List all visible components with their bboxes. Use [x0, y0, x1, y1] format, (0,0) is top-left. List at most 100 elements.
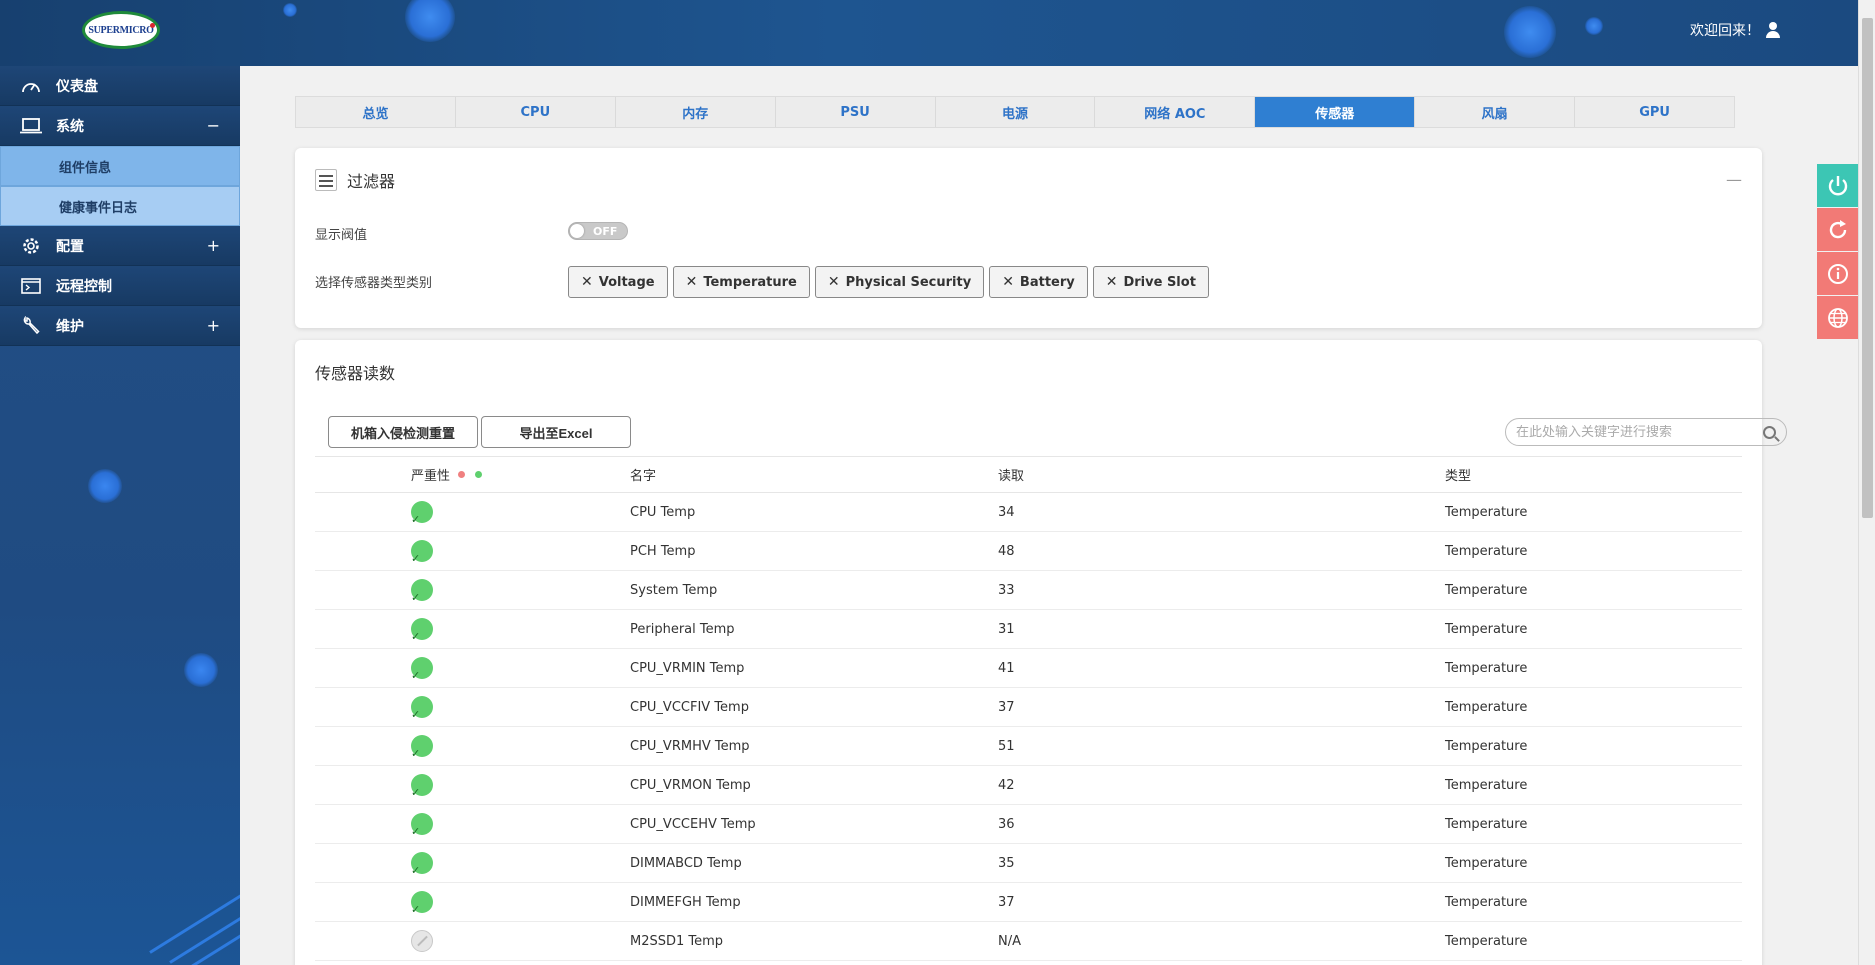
table-row[interactable]: CPU_VRMHV Temp 51 Temperature	[315, 727, 1742, 766]
search-icon[interactable]	[1763, 425, 1776, 439]
severity-cell	[315, 891, 630, 916]
info-button[interactable]	[1817, 252, 1858, 295]
tab-gpu[interactable]: GPU	[1575, 97, 1735, 127]
sensor-type: Temperature	[1445, 660, 1528, 676]
filter-title-text: 过滤器	[347, 172, 396, 191]
sidebar-item-remote-control[interactable]: 远程控制	[0, 266, 240, 306]
table-header: 严重性 名字 读取 类型	[315, 456, 1742, 493]
status-ok-icon	[411, 891, 433, 916]
remove-icon[interactable]: ✕	[1106, 274, 1118, 290]
chip-physical-security[interactable]: ✕ Physical Security	[814, 266, 985, 298]
supermicro-logo[interactable]: SUPERMICRO	[82, 11, 160, 49]
tab-sensors[interactable]: 传感器	[1255, 97, 1416, 127]
table-row[interactable]: M2SSD1 Temp N/A Temperature	[315, 922, 1742, 961]
expand-icon[interactable]: +	[207, 236, 220, 255]
table-row[interactable]: CPU_VCCEHV Temp 36 Temperature	[315, 805, 1742, 844]
chip-label: Physical Security	[845, 274, 972, 290]
search-input[interactable]	[1516, 424, 1763, 440]
power-button[interactable]	[1817, 164, 1858, 207]
logo-text: SUPERMICRO	[88, 24, 154, 36]
main-content: 总览 CPU 内存 PSU 电源 网络 AOC 传感器 风扇 GPU 过滤器 —…	[240, 66, 1858, 965]
gauge-icon	[20, 76, 42, 96]
sensor-type: Temperature	[1445, 933, 1528, 949]
column-label: 严重性	[411, 469, 451, 484]
tab-network-aoc[interactable]: 网络 AOC	[1095, 97, 1256, 127]
remove-icon[interactable]: ✕	[828, 274, 840, 290]
wrench-icon	[20, 315, 42, 336]
remove-icon[interactable]: ✕	[581, 274, 593, 290]
globe-icon	[1827, 307, 1848, 328]
decor-bubble	[1585, 17, 1603, 35]
sensor-reading: 51	[998, 738, 1015, 754]
readings-title: 传感器读数	[315, 364, 396, 383]
chip-drive-slot[interactable]: ✕ Drive Slot	[1092, 266, 1209, 298]
tab-cpu[interactable]: CPU	[455, 97, 616, 127]
gear-icon	[20, 236, 42, 256]
export-excel-button[interactable]: 导出至Excel	[481, 416, 631, 448]
chip-label: Temperature	[703, 274, 797, 290]
tab-psu[interactable]: PSU	[775, 97, 936, 127]
sidebar-item-configuration[interactable]: 配置 +	[0, 226, 240, 266]
severity-cell	[315, 930, 630, 952]
sensor-name: DIMMEFGH Temp	[630, 894, 741, 910]
table-row[interactable]: PCH Temp 48 Temperature	[315, 532, 1742, 571]
table-row[interactable]: DIMMABCD Temp 35 Temperature	[315, 844, 1742, 883]
filter-panel: 过滤器 — 显示阀值 OFF 选择传感器类型类别 ✕ Voltage ✕ Tempe…	[295, 148, 1762, 328]
remove-icon[interactable]: ✕	[686, 274, 698, 290]
expand-icon[interactable]: +	[207, 316, 220, 335]
sidebar-subitem-component-info[interactable]: 组件信息	[0, 146, 240, 186]
status-unavailable-icon	[411, 930, 433, 952]
sensor-name: CPU_VRMON Temp	[630, 777, 751, 793]
type-header[interactable]: 类型	[1445, 465, 1742, 484]
sidebar-item-label: 远程控制	[56, 278, 112, 295]
chip-voltage[interactable]: ✕ Voltage	[568, 266, 668, 298]
table-row[interactable]: CPU_VRMON Temp 42 Temperature	[315, 766, 1742, 805]
sidebar-item-maintenance[interactable]: 维护 +	[0, 306, 240, 346]
sensor-reading: 35	[998, 855, 1015, 871]
severity-cell	[315, 579, 630, 604]
search-box[interactable]	[1505, 418, 1787, 446]
table-row[interactable]: CPU Temp 34 Temperature	[315, 493, 1742, 532]
collapse-icon[interactable]: −	[207, 116, 220, 135]
sensor-reading: 37	[998, 699, 1015, 715]
reading-header[interactable]: 读取	[998, 465, 1445, 484]
table-row[interactable]: Peripheral Temp 31 Temperature	[315, 610, 1742, 649]
welcome-user[interactable]: 欢迎回来！	[1690, 20, 1780, 40]
tab-power[interactable]: 电源	[935, 97, 1096, 127]
chip-temperature[interactable]: ✕ Temperature	[672, 266, 810, 298]
sensor-type: Temperature	[1445, 582, 1528, 598]
severity-cell	[315, 813, 630, 838]
sensor-name: CPU_VCCEHV Temp	[630, 816, 756, 832]
table-row[interactable]: CPU_VCCFIV Temp 37 Temperature	[315, 688, 1742, 727]
refresh-button[interactable]	[1817, 208, 1858, 251]
tab-overview[interactable]: 总览	[296, 97, 456, 127]
category-label: 选择传感器类型类别	[315, 276, 433, 291]
page-scrollbar[interactable]	[1858, 0, 1875, 965]
remove-icon[interactable]: ✕	[1002, 274, 1014, 290]
tab-fans[interactable]: 风扇	[1415, 97, 1576, 127]
tab-memory[interactable]: 内存	[615, 97, 776, 127]
status-ok-icon	[411, 813, 433, 838]
sensor-reading: N/A	[998, 933, 1021, 949]
chip-battery[interactable]: ✕ Battery	[989, 266, 1088, 298]
table-row[interactable]: System Temp 33 Temperature	[315, 571, 1742, 610]
chip-label: Voltage	[598, 274, 655, 290]
collapse-panel-icon[interactable]: —	[1726, 170, 1742, 189]
scrollbar-thumb[interactable]	[1862, 18, 1873, 518]
threshold-toggle[interactable]: OFF	[568, 222, 628, 240]
sidebar-item-dashboard[interactable]: 仪表盘	[0, 66, 240, 106]
component-tabs: 总览 CPU 内存 PSU 电源 网络 AOC 传感器 风扇 GPU	[295, 96, 1735, 128]
language-button[interactable]	[1817, 296, 1858, 339]
sidebar-subitem-health-event-log[interactable]: 健康事件日志	[0, 186, 240, 226]
chassis-intrusion-reset-button[interactable]: 机箱入侵检测重置	[328, 416, 478, 448]
decor-bubble	[1504, 6, 1556, 58]
chip-label: Battery	[1019, 274, 1075, 290]
sensor-type: Temperature	[1445, 855, 1528, 871]
table-row[interactable]: DIMMEFGH Temp 37 Temperature	[315, 883, 1742, 922]
status-ok-icon	[411, 774, 433, 799]
sidebar-item-system[interactable]: 系统 −	[0, 106, 240, 146]
table-row[interactable]: CPU_VRMIN Temp 41 Temperature	[315, 649, 1742, 688]
severity-header[interactable]: 严重性	[315, 465, 630, 484]
laptop-icon	[20, 116, 42, 136]
name-header[interactable]: 名字	[630, 465, 998, 484]
